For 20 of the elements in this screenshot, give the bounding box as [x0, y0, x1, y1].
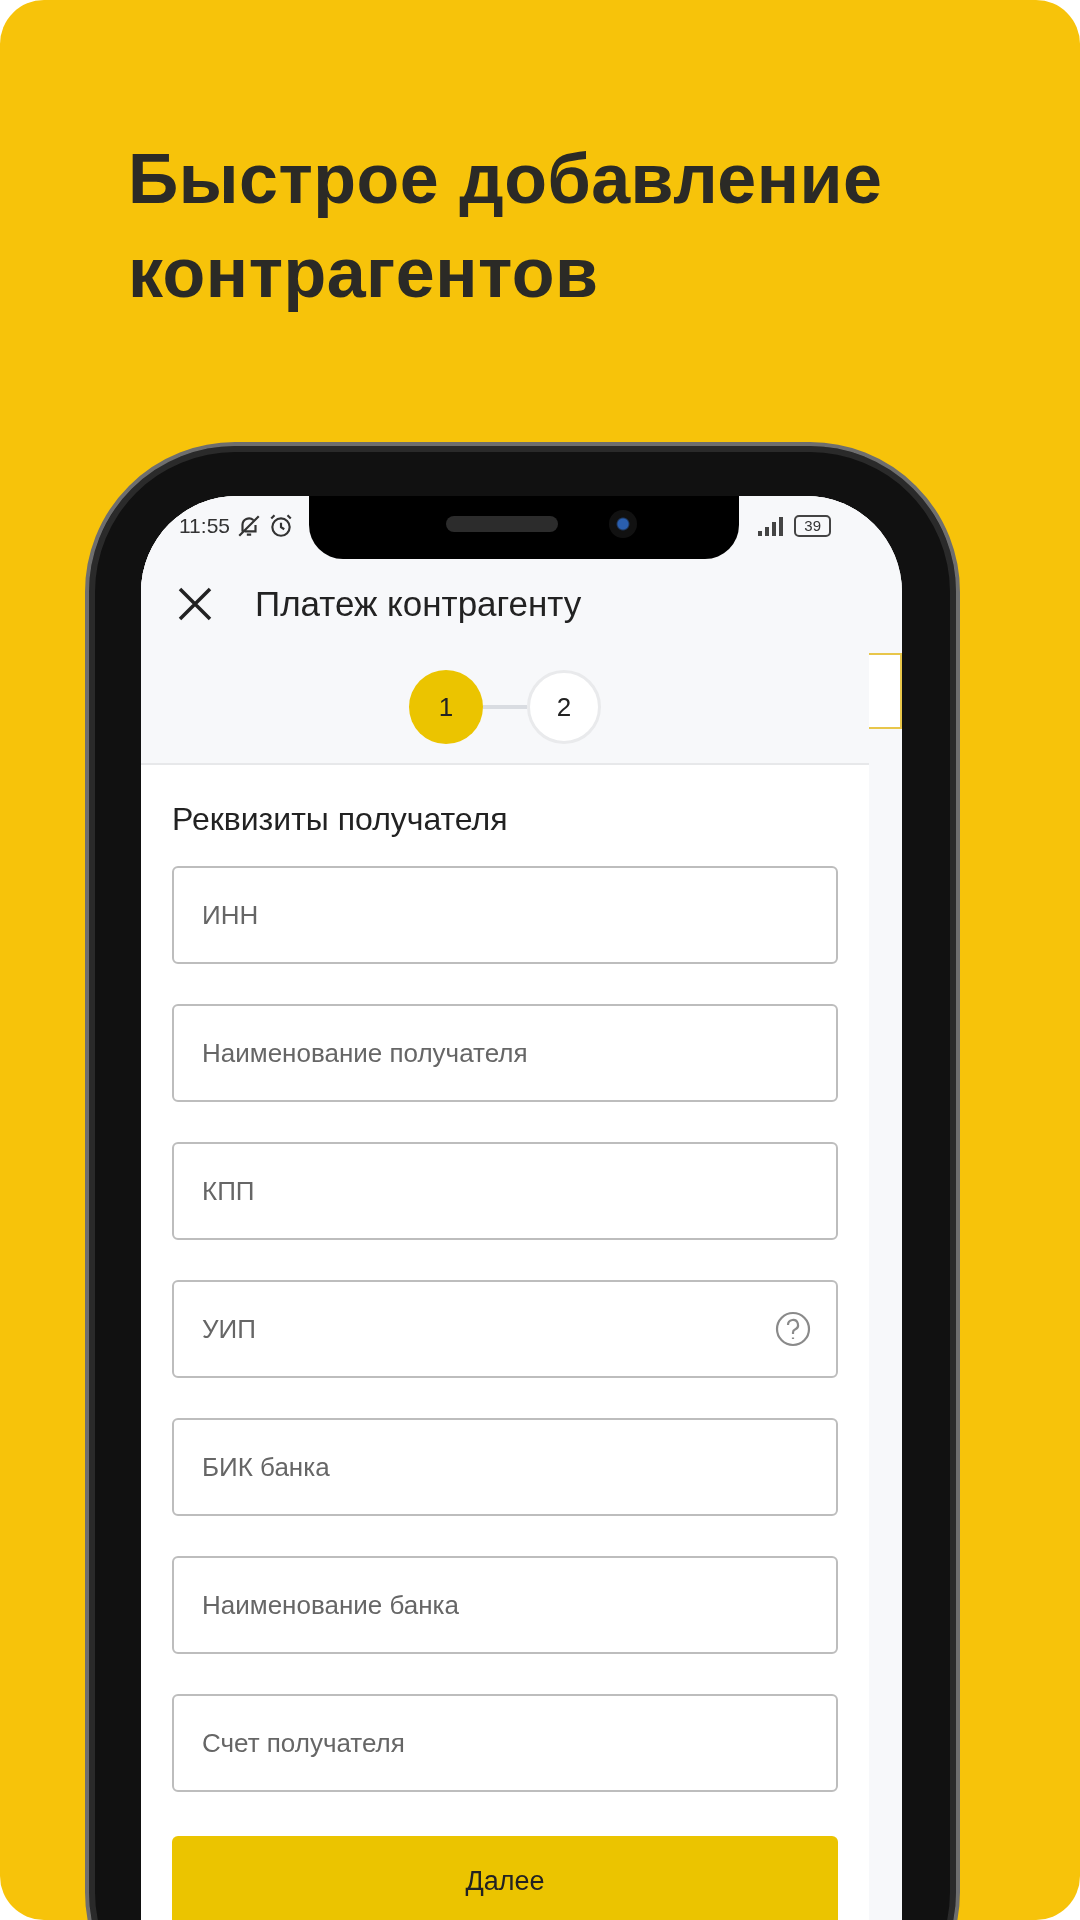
input-field[interactable]: ИНН: [172, 866, 838, 964]
muted-bell-icon: [236, 513, 262, 539]
screen-title: Платеж контрагенту: [255, 583, 582, 624]
input-field[interactable]: Наименование банка: [172, 1556, 838, 1654]
close-icon: [177, 585, 213, 622]
battery-level: 39: [794, 515, 831, 537]
next-button[interactable]: Далее: [172, 1836, 838, 1920]
input-field[interactable]: Счет получателя: [172, 1694, 838, 1792]
step-indicator: 2: [527, 670, 601, 744]
status-time: 11:55: [179, 514, 230, 538]
step-indicator: 1: [409, 670, 483, 744]
input-field[interactable]: БИК банка: [172, 1418, 838, 1516]
input-field[interactable]: КПП: [172, 1142, 838, 1240]
section-title: Реквизиты получателя: [172, 801, 509, 838]
input-field[interactable]: УИП: [172, 1280, 838, 1378]
headline: Быстрое добавление контрагентов: [128, 139, 884, 314]
help-icon[interactable]: [774, 1310, 812, 1348]
camera-lens: [609, 510, 637, 538]
input-field[interactable]: Наименование получателя: [172, 1004, 838, 1102]
alarm-icon: [268, 513, 294, 539]
